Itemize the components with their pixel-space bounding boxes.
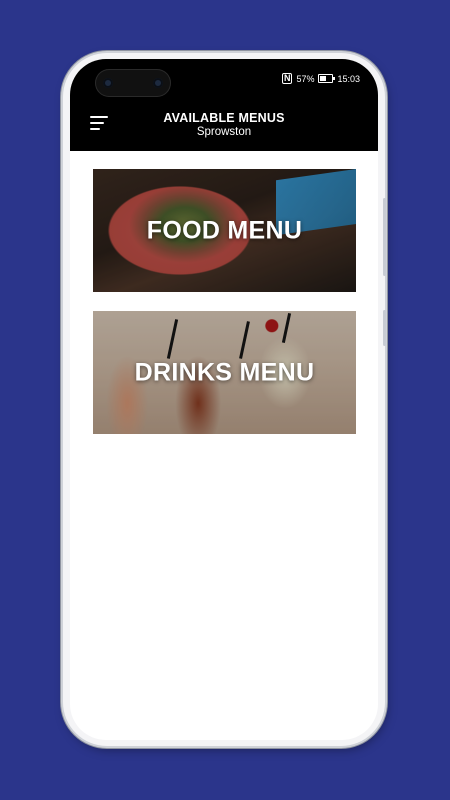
camera-lens-icon (153, 78, 163, 88)
location-subtitle: Sprowston (196, 126, 252, 138)
food-menu-card[interactable]: FOOD MENU (93, 169, 356, 292)
battery-icon (318, 74, 336, 83)
camera-cutout (95, 69, 171, 97)
nfc-icon: N (281, 73, 293, 84)
battery-percent: 57% (296, 73, 315, 84)
page-title: AVAILABLE MENUS (163, 111, 285, 125)
drinks-menu-card[interactable]: DRINKS MENU (93, 311, 356, 434)
clock: 15:03 (337, 73, 360, 84)
app-header: N 57% 15:03 AVAILABLE MENUS Sprowston (70, 59, 378, 151)
food-menu-label: FOOD MENU (146, 216, 303, 244)
camera-lens-icon (103, 78, 113, 88)
power-button (383, 310, 386, 346)
volume-button (383, 198, 386, 276)
drinks-menu-label: DRINKS MENU (134, 358, 315, 386)
phone-screen: N 57% 15:03 AVAILABLE MENUS Sprowston FO… (70, 59, 378, 740)
status-bar: N 57% 15:03 (281, 73, 360, 84)
